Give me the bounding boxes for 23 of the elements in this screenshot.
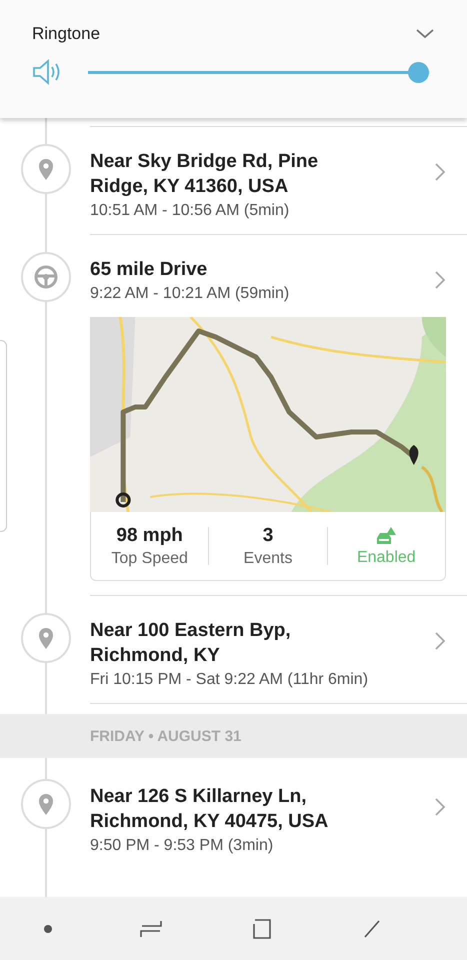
stat-label: Top Speed [111,550,188,568]
dot-icon[interactable] [44,924,52,932]
entry-title: Near Sky Bridge Rd, Pine Ridge, KY 41360, USA [90,150,320,199]
chevron-right-icon[interactable] [435,271,445,289]
entry-time: 9:50 PM - 9:53 PM (3min) [90,837,274,855]
car-alert-icon [375,526,398,546]
stat-value: 3 [262,524,274,546]
stat-value: 98 mph [116,524,183,546]
chevron-right-icon[interactable] [435,632,445,650]
stat-label: Events [244,550,292,568]
volume-label: Ringtone [32,24,100,44]
chevron-right-icon[interactable] [435,163,445,181]
stat-label: Enabled [356,548,416,566]
home-icon[interactable] [250,918,272,940]
entry-title: Near 100 Eastern Byp, Richmond, KY [90,619,292,668]
entry-time: 10:51 AM - 10:56 AM (5min) [90,202,290,220]
entry-time: Fri 10:15 PM - Sat 9:22 AM (11hr 6min) [90,671,368,689]
entry-title: Near 126 S Killarney Ln, Richmond, KY 40475, USA [90,785,330,834]
expand-icon[interactable] [415,28,435,40]
date-header-text: FRIDAY • AUGUST 31 [90,728,242,744]
entry-time: 9:22 AM - 10:21 AM (59min) [90,285,290,303]
chevron-right-icon[interactable] [435,798,445,816]
entry-title: 65 mile Drive [90,258,208,282]
